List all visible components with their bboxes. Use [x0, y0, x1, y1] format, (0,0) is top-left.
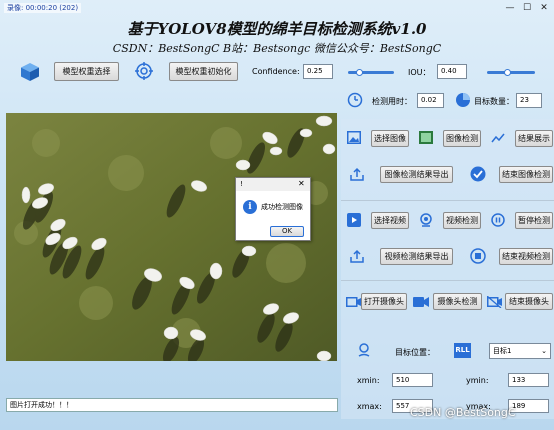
- iou-spinbox[interactable]: 0.40: [437, 64, 467, 79]
- recording-timer: 录像: 00:00:20 (202): [4, 3, 82, 13]
- export-image-result-button[interactable]: 图像检测结果导出: [380, 166, 453, 183]
- close-window-button[interactable]: ✕: [536, 2, 552, 14]
- xmin-label: xmin:: [357, 376, 380, 385]
- video-file-icon: [347, 213, 361, 229]
- target-select-dropdown[interactable]: 目标1 ⌄: [489, 343, 551, 359]
- end-image-detect-button[interactable]: 结束图像检测: [499, 166, 553, 183]
- section-divider: [341, 200, 554, 201]
- model-select-button[interactable]: 模型权重选择: [54, 62, 119, 81]
- bounding-box-icon: RLL: [454, 343, 471, 358]
- info-icon: i: [243, 200, 257, 214]
- pause-icon: [491, 213, 505, 229]
- confidence-slider-handle[interactable]: [356, 69, 363, 76]
- open-camera-button[interactable]: 打开摄像头: [361, 293, 407, 310]
- app-subtitle: CSDN：BestSongC B站：Bestsongc 微信公众号：BestSo…: [112, 42, 442, 55]
- end-video-detect-button[interactable]: 结束视频检测: [499, 248, 553, 265]
- end-camera-button[interactable]: 结束摄像头: [505, 293, 553, 310]
- message-dialog: ! ✕ i 成功检测图像 OK: [235, 177, 311, 241]
- camera-detect-button[interactable]: 摄像头检测: [433, 293, 482, 310]
- dialog-title: !: [240, 180, 243, 188]
- window-title-bar: [0, 0, 554, 18]
- webcam-icon: [419, 213, 433, 229]
- dialog-ok-button[interactable]: OK: [270, 226, 304, 237]
- image-icon: [347, 131, 361, 146]
- xmax-label: xmax:: [357, 402, 382, 411]
- count-value: 23: [516, 93, 542, 108]
- section-divider: [341, 280, 554, 281]
- trend-chart-icon: [491, 132, 505, 146]
- chevron-down-icon: ⌄: [541, 347, 547, 355]
- target-position-label: 目标位置：: [395, 348, 435, 357]
- target-icon: [135, 62, 153, 82]
- status-bar: 图片打开成功！！！: [6, 398, 338, 412]
- cube-icon: [20, 62, 40, 84]
- image-detect-icon: [419, 131, 433, 146]
- watermark: CSDN @BestSongC: [410, 406, 516, 419]
- target-select-value: 目标1: [493, 347, 512, 355]
- dialog-message: 成功检测图像: [261, 203, 303, 211]
- time-value: 0.02: [417, 93, 444, 108]
- upload-icon: [350, 167, 364, 183]
- confidence-slider[interactable]: [348, 71, 394, 74]
- check-circle-icon: [470, 166, 486, 184]
- minimize-button[interactable]: —: [502, 2, 518, 14]
- pause-detect-button[interactable]: 暂停检测: [515, 212, 553, 229]
- confidence-label: Confidence:: [252, 67, 300, 76]
- xmin-value: 510: [392, 373, 433, 387]
- export-video-result-button[interactable]: 视频检测结果导出: [380, 248, 453, 265]
- model-init-button[interactable]: 模型权重初始化: [169, 62, 238, 81]
- upload-icon: [350, 249, 364, 265]
- stopwatch-icon: [347, 92, 363, 110]
- time-label: 检测用时：: [372, 97, 412, 106]
- camera-off-icon: [486, 295, 503, 310]
- show-result-button[interactable]: 结果展示: [515, 130, 553, 147]
- image-detect-button[interactable]: 图像检测: [443, 130, 481, 147]
- maximize-button[interactable]: ☐: [519, 2, 535, 14]
- iou-slider-handle[interactable]: [504, 69, 511, 76]
- iou-label: IOU：: [408, 68, 431, 77]
- ymin-value: 133: [508, 373, 549, 387]
- camera-icon: [346, 296, 362, 310]
- confidence-spinbox[interactable]: 0.25: [303, 64, 333, 79]
- stop-circle-icon: [470, 248, 486, 266]
- count-label: 目标数量：: [474, 97, 514, 106]
- select-video-button[interactable]: 选择视频: [371, 212, 409, 229]
- video-detect-button[interactable]: 视频检测: [443, 212, 481, 229]
- ymin-label: ymin:: [466, 376, 489, 385]
- video-camera-icon: [413, 296, 429, 310]
- dialog-close-button[interactable]: ✕: [298, 179, 305, 188]
- select-image-button[interactable]: 选择图像: [371, 130, 409, 147]
- app-title: 基于YOLOV8模型的绵羊目标检测系统v1.0: [127, 20, 427, 38]
- location-pin-icon: [358, 343, 370, 359]
- iou-slider[interactable]: [487, 71, 535, 74]
- pie-chart-icon: [455, 92, 471, 110]
